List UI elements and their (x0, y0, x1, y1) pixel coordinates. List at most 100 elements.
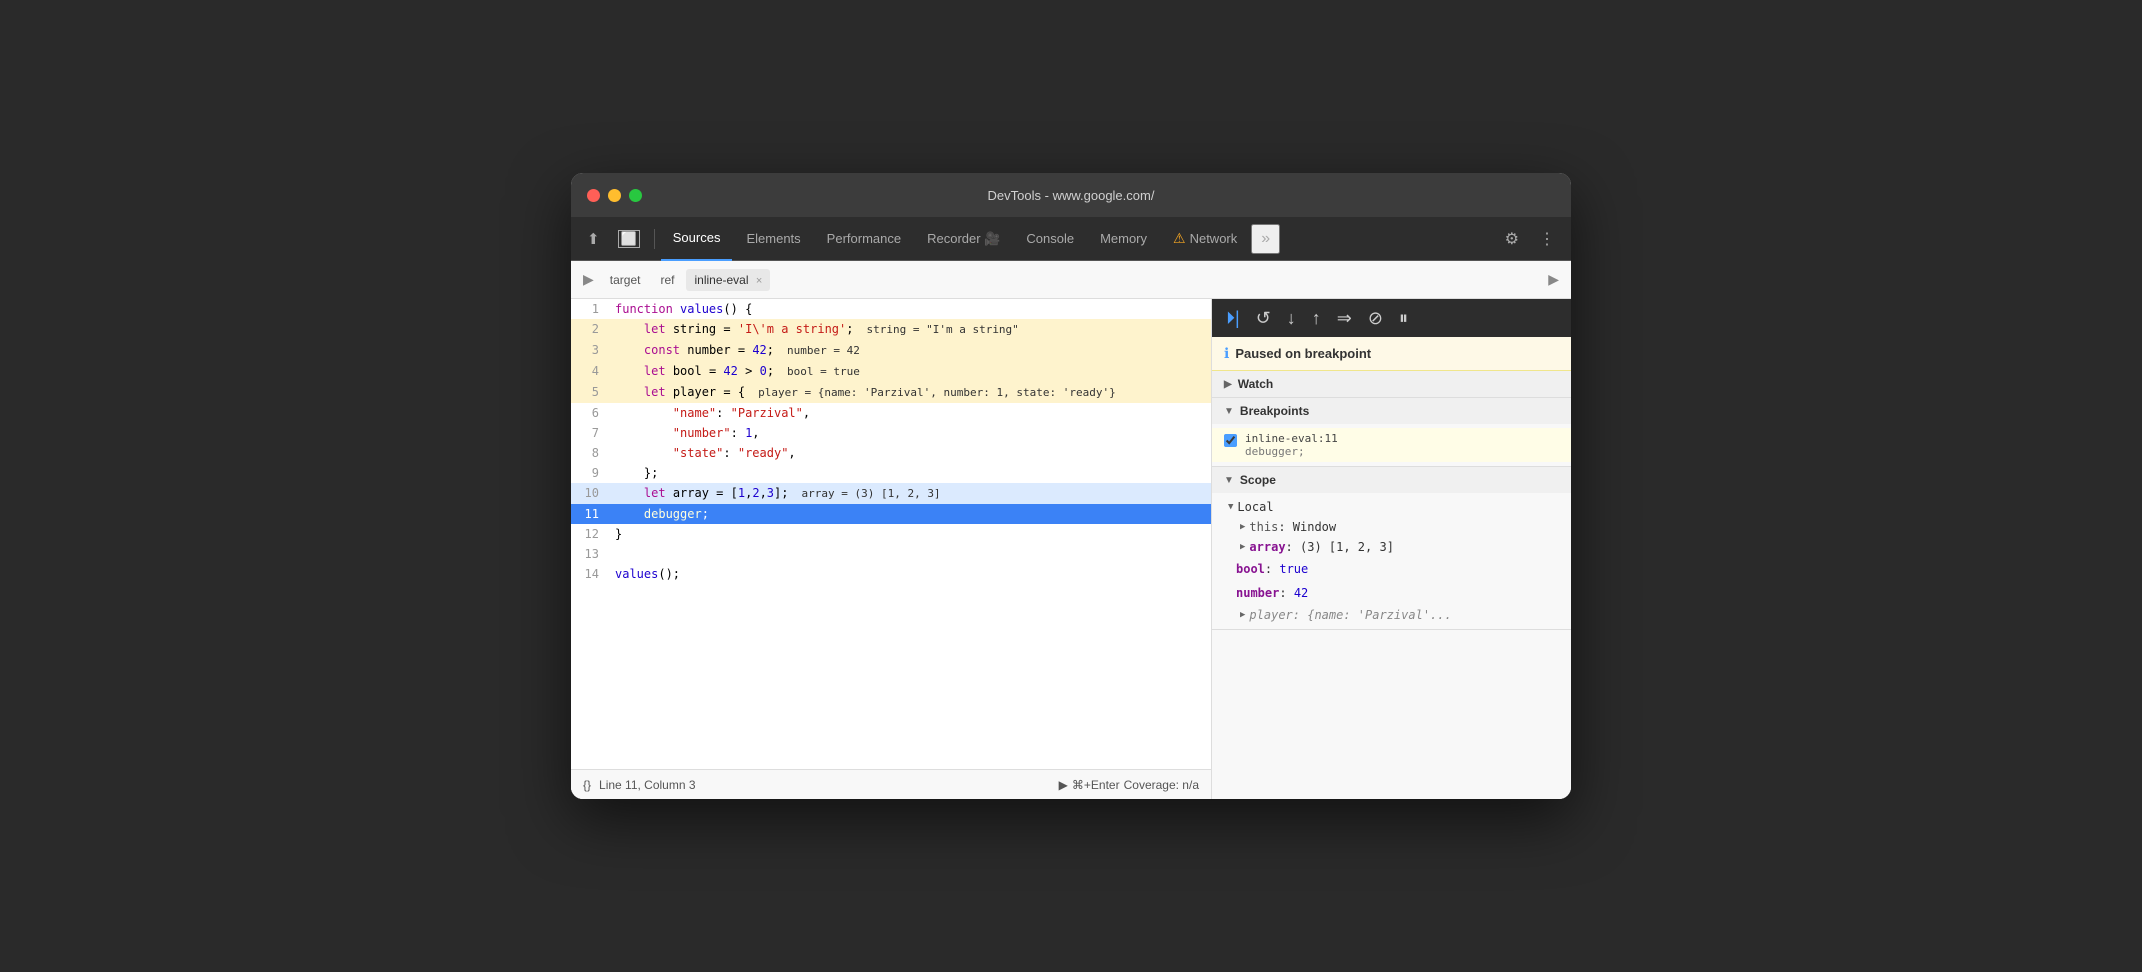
tab-sources[interactable]: Sources (661, 217, 733, 261)
local-scope-label: Local (1237, 500, 1273, 514)
line-num-9: 9 (571, 463, 611, 483)
tab-console-label: Console (1026, 231, 1074, 246)
watch-section-header[interactable]: ▶ Watch (1212, 371, 1571, 397)
minimize-button[interactable] (608, 189, 621, 202)
watch-section: ▶ Watch (1212, 371, 1571, 398)
breakpoints-label: Breakpoints (1240, 404, 1309, 418)
code-line-8: 8 "state": "ready", (571, 443, 1211, 463)
code-line-1: 1 function values() { (571, 299, 1211, 319)
tab-inline-eval-file[interactable]: inline-eval × (686, 269, 770, 291)
maximize-button[interactable] (629, 189, 642, 202)
tab-divider (654, 229, 655, 249)
pause-button[interactable]: ⏸ (1393, 304, 1414, 333)
deactivate-icon: ⊘ (1368, 308, 1383, 328)
more-options-button[interactable]: ⋮ (1531, 225, 1563, 253)
tab-elements[interactable]: Elements (734, 217, 812, 261)
line-num-3: 3 (571, 340, 611, 360)
line-num-10: 10 (571, 483, 611, 503)
deactivate-button[interactable]: ⊘ (1362, 304, 1389, 333)
tab-recorder[interactable]: Recorder 🎥 (915, 217, 1012, 261)
scope-this-row[interactable]: ▶ this: Window (1212, 517, 1571, 537)
line-content-3: const number = 42;number = 42 (611, 340, 1211, 361)
resume-button[interactable]: ⏵| (1220, 304, 1246, 333)
code-lines-container[interactable]: 1 function values() { 2 let string = 'I\… (571, 299, 1211, 769)
code-line-9: 9 }; (571, 463, 1211, 483)
play-panel-button[interactable]: ▶ (579, 267, 598, 292)
tab-elements-label: Elements (746, 231, 800, 246)
settings-button[interactable]: ⚙ (1497, 225, 1527, 253)
code-line-13: 13 (571, 544, 1211, 564)
line-content-8: "state": "ready", (611, 443, 1211, 463)
scope-header[interactable]: ▼ Scope (1212, 467, 1571, 493)
step-into-icon: ↓ (1287, 308, 1296, 328)
tab-memory[interactable]: Memory (1088, 217, 1159, 261)
line-content-12: } (611, 524, 1211, 544)
line-content-5: let player = {player = {name: 'Parzival'… (611, 382, 1211, 403)
network-warning-icon: ⚠ (1173, 230, 1186, 247)
run-controls: ▶ ⌘+Enter Coverage: n/a (1059, 778, 1199, 792)
right-panel: ⏵| ↺ ↓ ↑ ⇒ ⊘ ⏸ (1211, 299, 1571, 799)
step-over-button[interactable]: ↺ (1250, 304, 1277, 333)
breakpoints-header[interactable]: ▼ Breakpoints (1212, 398, 1571, 424)
line-num-5: 5 (571, 382, 611, 402)
scope-number-row: number: 42 (1212, 581, 1571, 605)
format-icon[interactable]: {} (583, 778, 591, 792)
expand-icon: ▶ (1548, 271, 1559, 287)
more-tabs-button[interactable]: » (1251, 224, 1280, 254)
breakpoint-notice-text: Paused on breakpoint (1235, 346, 1371, 361)
breakpoint-item-1: inline-eval:11 debugger; (1212, 428, 1571, 462)
local-scope-header[interactable]: ▼ Local (1212, 497, 1571, 517)
step-over-icon: ↺ (1256, 308, 1271, 328)
line-content-9: }; (611, 463, 1211, 483)
line-num-7: 7 (571, 423, 611, 443)
pause-icon: ⏸ (1399, 308, 1408, 328)
titlebar: DevTools - www.google.com/ (571, 173, 1571, 217)
cursor-tool-button[interactable]: ⬆ (579, 226, 608, 252)
this-expand-icon: ▶ (1240, 522, 1245, 532)
step-button[interactable]: ⇒ (1331, 304, 1358, 333)
window-title: DevTools - www.google.com/ (988, 188, 1155, 203)
cursor-position: Line 11, Column 3 (599, 778, 696, 792)
close-button[interactable] (587, 189, 600, 202)
tab-network[interactable]: ⚠ Network (1161, 217, 1249, 261)
expand-tab-button[interactable]: ▶ (1544, 267, 1563, 292)
inspect-icon: ⬜ (618, 230, 640, 248)
line-content-11: debugger; (611, 504, 1211, 524)
code-line-10: 10 let array = [1,2,3];array = (3) [1, 2… (571, 483, 1211, 504)
line-content-14: values(); (611, 564, 1211, 584)
breakpoint-checkbox-1[interactable] (1224, 434, 1237, 447)
line-num-12: 12 (571, 524, 611, 544)
scope-player-row[interactable]: ▶ player: {name: 'Parzival'... (1212, 605, 1571, 625)
line-content-1: function values() { (611, 299, 1211, 319)
breakpoints-triangle-icon: ▼ (1224, 406, 1234, 417)
scope-section: ▼ Scope ▼ Local ▶ this: Window ▶ (1212, 467, 1571, 630)
tab-console[interactable]: Console (1014, 217, 1086, 261)
line-num-8: 8 (571, 443, 611, 463)
watch-triangle-icon: ▶ (1224, 379, 1232, 390)
tab-ref-label: ref (660, 273, 674, 287)
step-out-button[interactable]: ↑ (1306, 304, 1327, 333)
code-editor[interactable]: 1 function values() { 2 let string = 'I\… (571, 299, 1211, 799)
line-num-6: 6 (571, 403, 611, 423)
tab-memory-label: Memory (1100, 231, 1147, 246)
close-inline-eval-button[interactable]: × (756, 275, 762, 287)
tab-ref-file[interactable]: ref (652, 269, 682, 291)
scope-triangle-icon: ▼ (1224, 475, 1234, 486)
tab-target-file[interactable]: target (602, 269, 649, 291)
tab-performance[interactable]: Performance (815, 217, 913, 261)
tab-recorder-label: Recorder 🎥 (927, 231, 1000, 247)
code-line-11: 11 debugger; (571, 504, 1211, 524)
cursor-icon: ⬆ (587, 230, 600, 248)
step-into-button[interactable]: ↓ (1281, 304, 1302, 333)
line-num-11: 11 (571, 504, 611, 524)
step-icon: ⇒ (1337, 308, 1352, 328)
tab-performance-label: Performance (827, 231, 901, 246)
breakpoint-notice: ℹ Paused on breakpoint (1212, 337, 1571, 371)
code-line-12: 12 } (571, 524, 1211, 544)
array-name: array: (3) [1, 2, 3] (1249, 540, 1394, 554)
inspect-tool-button[interactable]: ⬜ (610, 226, 648, 252)
devtools-window: DevTools - www.google.com/ ⬆ ⬜ Sources E… (571, 173, 1571, 799)
scope-array-row[interactable]: ▶ array: (3) [1, 2, 3] (1212, 537, 1571, 557)
run-icon: ▶ (1059, 778, 1068, 792)
tab-sources-label: Sources (673, 230, 721, 245)
